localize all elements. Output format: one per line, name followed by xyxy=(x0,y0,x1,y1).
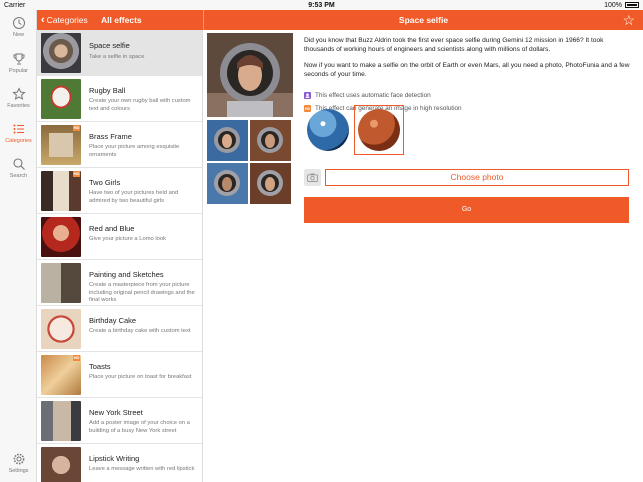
camera-icon xyxy=(307,173,318,182)
effect-preview-image xyxy=(207,33,293,117)
chevron-left-icon: ‹ xyxy=(41,14,45,26)
thumbnail xyxy=(41,263,81,303)
item-description: Place your picture among exquisite ornam… xyxy=(89,144,180,158)
item-description: Create your own rugby ball with custom t… xyxy=(89,98,191,112)
tab-settings[interactable]: Settings xyxy=(0,452,37,474)
svg-text:HD: HD xyxy=(305,107,311,111)
item-title: Space selfie xyxy=(89,41,130,50)
face-detection-icon xyxy=(304,92,311,99)
item-title: Birthday Cake xyxy=(89,316,137,325)
item-description: Create a masterpiece from your picture i… xyxy=(89,282,195,303)
thumbnail xyxy=(41,125,81,165)
thumbnail xyxy=(41,447,81,482)
search-icon xyxy=(12,158,25,170)
tab-popular[interactable]: Popular xyxy=(0,52,37,74)
item-description: Have two of your pictures held and admir… xyxy=(89,190,179,204)
effect-description: Did you know that Buzz Aldrin took the f… xyxy=(304,37,634,87)
hd-badge-icon: HD xyxy=(73,171,80,177)
example-image[interactable] xyxy=(207,163,248,204)
description-paragraph: Did you know that Buzz Aldrin took the f… xyxy=(304,37,604,53)
tab-label: Categories xyxy=(5,138,32,144)
example-image[interactable] xyxy=(250,120,291,161)
item-description: Place your picture on toast for breakfas… xyxy=(89,374,192,380)
item-title: Rugby Ball xyxy=(89,86,126,95)
thumbnail xyxy=(41,217,81,257)
tab-bar: New Popular Favorites Categories Search … xyxy=(0,10,37,482)
nav-header: ‹ Categories All effects Space selfie ☆ xyxy=(37,10,643,30)
description-paragraph: Now if you want to make a selfie on the … xyxy=(304,62,630,78)
mars-icon xyxy=(358,109,400,151)
hd-icon: HD xyxy=(304,105,311,112)
status-bar: Carrier 9:53 PM 100% xyxy=(0,0,643,10)
back-button[interactable]: ‹ Categories xyxy=(41,10,88,30)
hd-badge-icon: HD xyxy=(73,355,80,361)
item-description: Leave a message written with red lipstic… xyxy=(89,466,195,472)
star-icon xyxy=(11,87,26,100)
detail-pane: Did you know that Buzz Aldrin took the f… xyxy=(204,30,643,482)
trophy-icon xyxy=(13,53,24,65)
item-title: Painting and Sketches xyxy=(89,270,164,279)
list-item-red-and-blue[interactable]: Red and Blue Give your picture a Lomo lo… xyxy=(37,214,202,260)
list-item-birthday-cake[interactable]: Birthday Cake Create a birthday cake wit… xyxy=(37,306,202,352)
tab-label: Settings xyxy=(8,468,29,474)
item-description: Add a poster image of your choice on a b… xyxy=(89,420,190,434)
example-image[interactable] xyxy=(250,163,291,204)
tab-categories[interactable]: Categories xyxy=(0,122,37,144)
item-title: Red and Blue xyxy=(89,224,135,233)
item-title: Lipstick Writing xyxy=(89,454,140,463)
tab-label: Popular xyxy=(9,68,28,74)
effects-list: Space selfie Take a selfie in space Rugb… xyxy=(37,30,203,482)
go-button[interactable]: Go xyxy=(304,197,629,223)
list-item-toasts[interactable]: HD Toasts Place your picture on toast fo… xyxy=(37,352,202,398)
list-icon xyxy=(13,124,24,134)
thumbnail xyxy=(41,355,81,395)
thumbnail xyxy=(41,401,81,441)
list-item-lipstick-writing[interactable]: Lipstick Writing Leave a message written… xyxy=(37,444,202,482)
tab-label: Favorites xyxy=(7,103,30,109)
mars-option[interactable] xyxy=(354,105,404,155)
earth-option[interactable] xyxy=(307,109,349,151)
camera-button[interactable] xyxy=(304,169,321,186)
hd-badge-icon: HD xyxy=(73,125,80,131)
thumbnail xyxy=(41,309,81,349)
favorite-star-icon[interactable]: ☆ xyxy=(622,12,635,28)
list-item-brass-frame[interactable]: HD Brass Frame Place your picture among … xyxy=(37,122,202,168)
detail-title: Space selfie xyxy=(398,15,449,25)
item-description: Take a selfie in space xyxy=(89,54,145,60)
battery-icon xyxy=(625,2,639,8)
back-label: Categories xyxy=(46,15,88,25)
item-description: Create a birthday cake with custom text xyxy=(89,328,191,334)
gear-icon xyxy=(13,453,24,465)
list-item-new-york-street[interactable]: New York Street Add a poster image of yo… xyxy=(37,398,202,444)
thumbnail xyxy=(41,33,81,73)
item-title: New York Street xyxy=(89,408,143,417)
tab-label: New xyxy=(12,32,24,38)
list-title: All effects xyxy=(101,15,142,25)
tab-favorites[interactable]: Favorites xyxy=(0,87,37,109)
tab-new[interactable]: New xyxy=(0,16,37,38)
tab-label: Search xyxy=(9,173,28,179)
tab-search[interactable]: Search xyxy=(0,157,37,179)
clock-label: 9:53 PM xyxy=(308,1,335,9)
list-item-space-selfie[interactable]: Space selfie Take a selfie in space xyxy=(37,30,202,76)
list-item-rugby-ball[interactable]: Rugby Ball Create your own rugby ball wi… xyxy=(37,76,202,122)
example-image[interactable] xyxy=(207,120,248,161)
choose-photo-button[interactable]: Choose photo xyxy=(325,169,629,186)
item-title: Two Girls xyxy=(89,178,121,187)
thumbnail xyxy=(41,79,81,119)
list-item-painting-and-sketches[interactable]: Painting and Sketches Create a masterpie… xyxy=(37,260,202,306)
feature-label: This effect uses automatic face detectio… xyxy=(315,92,431,99)
feature-face-detection: This effect uses automatic face detectio… xyxy=(304,92,431,99)
item-title: Brass Frame xyxy=(89,132,132,141)
list-item-two-girls[interactable]: HD Two Girls Have two of your pictures h… xyxy=(37,168,202,214)
thumbnail xyxy=(41,171,81,211)
item-title: Toasts xyxy=(89,362,111,371)
clock-icon xyxy=(12,17,25,29)
item-description: Give your picture a Lomo look xyxy=(89,236,167,242)
